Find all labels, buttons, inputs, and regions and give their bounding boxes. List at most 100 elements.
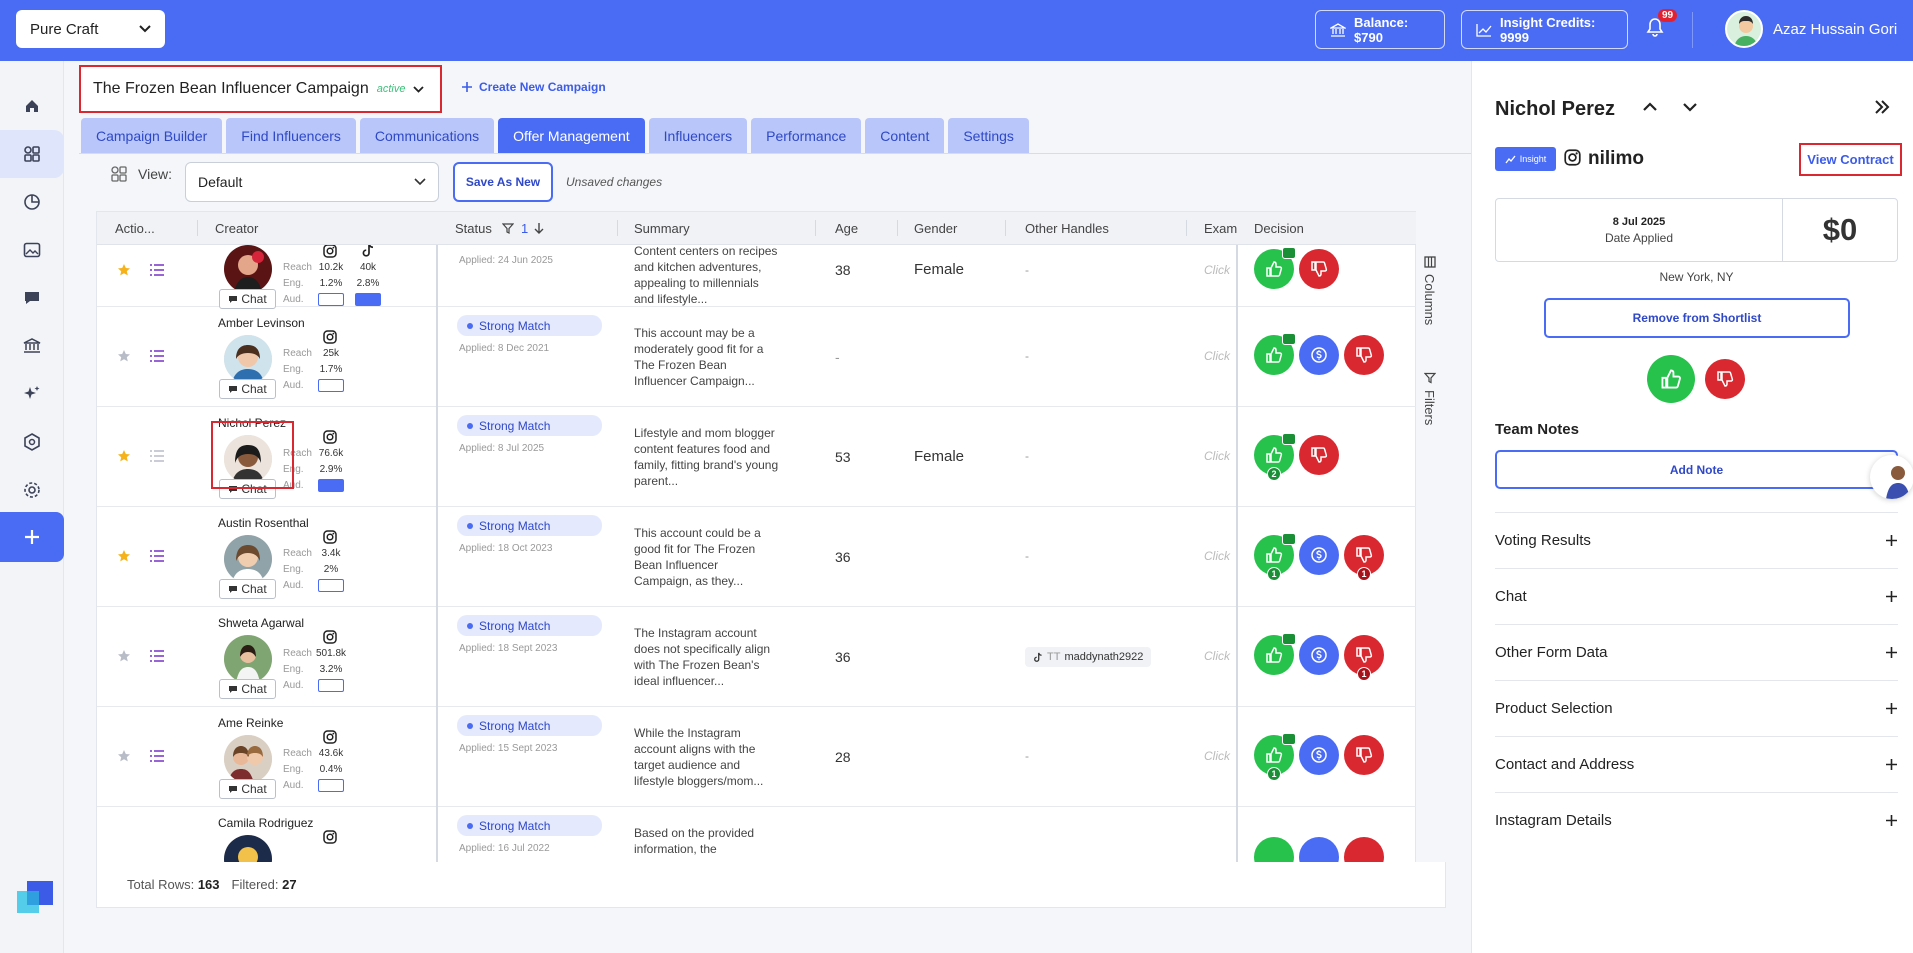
audience-badge[interactable]	[318, 379, 344, 392]
list-icon[interactable]	[149, 449, 165, 463]
contact-address-section[interactable]: Contact and Address	[1495, 736, 1898, 792]
user-name[interactable]: Azaz Hussain Gori	[1773, 21, 1897, 38]
settings-nav[interactable]	[0, 466, 64, 514]
offer-button[interactable]	[1299, 535, 1339, 575]
click-text[interactable]: Click	[1204, 449, 1230, 463]
list-icon[interactable]	[149, 749, 165, 763]
chevron-up-icon[interactable]	[1642, 102, 1658, 112]
creator-avatar[interactable]	[224, 735, 272, 783]
table-row[interactable]: Camila Rodriguez Strong Match Applied: 1…	[97, 807, 1416, 862]
creator-avatar[interactable]	[224, 535, 272, 583]
tab-performance[interactable]: Performance	[751, 118, 862, 154]
header-actions[interactable]: Actio...	[115, 221, 155, 236]
media-nav[interactable]	[0, 226, 64, 274]
tab-influencers[interactable]: Influencers	[648, 118, 748, 154]
user-avatar[interactable]	[1725, 10, 1763, 48]
product-selection-section[interactable]: Product Selection	[1495, 680, 1898, 736]
table-row[interactable]: Shweta Agarwal Chat Reach 501.8k Eng. 3.…	[97, 607, 1416, 707]
offer-button[interactable]	[1299, 837, 1339, 862]
panel-handle[interactable]: nilimo	[1588, 148, 1644, 170]
other-form-data-section[interactable]: Other Form Data	[1495, 624, 1898, 680]
tab-communications[interactable]: Communications	[359, 118, 495, 154]
header-decision[interactable]: Decision	[1254, 221, 1304, 236]
click-text[interactable]: Click	[1204, 649, 1230, 663]
chat-button[interactable]: Chat	[219, 289, 276, 309]
reject-button[interactable]	[1299, 435, 1339, 475]
sort-down-icon[interactable]	[534, 222, 544, 235]
header-age[interactable]: Age	[835, 221, 858, 236]
support-avatar[interactable]	[1870, 455, 1913, 499]
star-icon[interactable]	[117, 449, 131, 463]
tab-find-influencers[interactable]: Find Influencers	[226, 118, 356, 154]
table-row[interactable]: Chat Reach 10.2k 40k Eng. 1.2% 2.8% Aud.…	[97, 245, 1416, 309]
status-pill[interactable]: Strong Match	[457, 415, 602, 436]
approve-button[interactable]	[1254, 837, 1294, 862]
header-exam[interactable]: Exam	[1204, 221, 1237, 236]
create-campaign-link[interactable]: Create New Campaign	[461, 80, 606, 94]
chat-button[interactable]: Chat	[219, 679, 276, 699]
star-icon[interactable]	[117, 649, 131, 663]
table-row[interactable]: Austin Rosenthal Chat Reach 3.4k Eng. 2%…	[97, 507, 1416, 607]
tiktok-handle-pill[interactable]: TT maddynath2922	[1025, 647, 1152, 667]
creator-name[interactable]: Amber Levinson	[218, 316, 305, 330]
list-icon[interactable]	[149, 349, 165, 363]
view-select[interactable]: Default	[185, 162, 439, 202]
campaigns-nav[interactable]	[0, 130, 64, 178]
chevron-down-icon[interactable]	[1682, 102, 1698, 112]
audience-badge[interactable]	[318, 579, 344, 592]
approve-button[interactable]	[1647, 355, 1695, 403]
header-status[interactable]: Status	[455, 221, 492, 236]
instagram-details-section[interactable]: Instagram Details	[1495, 792, 1898, 848]
creator-name[interactable]: Ame Reinke	[218, 716, 283, 730]
click-text[interactable]: Click	[1204, 549, 1230, 563]
creator-name[interactable]: Camila Rodriguez	[218, 816, 313, 830]
save-as-new-button[interactable]: Save As New	[453, 162, 553, 202]
offer-button[interactable]	[1299, 635, 1339, 675]
add-button[interactable]	[0, 512, 64, 562]
creator-avatar[interactable]	[224, 335, 272, 383]
header-summary[interactable]: Summary	[634, 221, 690, 236]
add-note-button[interactable]: Add Note	[1495, 450, 1898, 489]
click-text[interactable]: Click	[1204, 349, 1230, 363]
audience-badge[interactable]	[318, 293, 344, 306]
star-icon[interactable]	[117, 349, 131, 363]
offer-button[interactable]	[1299, 735, 1339, 775]
creator-name[interactable]: Austin Rosenthal	[218, 516, 309, 530]
tab-campaign-builder[interactable]: Campaign Builder	[81, 118, 223, 154]
audience-badge[interactable]	[318, 679, 344, 692]
campaign-select[interactable]: The Frozen Bean Influencer Campaign acti…	[79, 65, 442, 113]
ai-nav[interactable]	[0, 370, 64, 418]
offer-button[interactable]	[1299, 335, 1339, 375]
tab-content[interactable]: Content	[865, 118, 945, 154]
header-other-handles[interactable]: Other Handles	[1025, 221, 1109, 236]
view-contract-link[interactable]: View Contract	[1799, 143, 1902, 176]
creator-name[interactable]: Shweta Agarwal	[218, 616, 304, 630]
status-pill[interactable]: Strong Match	[457, 715, 602, 736]
chat-button[interactable]: Chat	[219, 379, 276, 399]
tab-offer-management[interactable]: Offer Management	[498, 118, 645, 154]
messages-nav[interactable]	[0, 274, 64, 322]
status-pill[interactable]: Strong Match	[457, 615, 602, 636]
audience-badge[interactable]	[318, 779, 344, 792]
home-nav[interactable]	[0, 82, 64, 130]
list-icon[interactable]	[149, 549, 165, 563]
star-icon[interactable]	[117, 749, 131, 763]
insight-credits-button[interactable]: Insight Credits: 9999	[1461, 10, 1628, 49]
click-text[interactable]: Click	[1204, 263, 1230, 277]
table-row[interactable]: Ame Reinke Chat Reach 43.6k Eng. 0.4% Au…	[97, 707, 1416, 807]
status-pill[interactable]: Strong Match	[457, 815, 602, 836]
status-pill[interactable]: Strong Match	[457, 315, 602, 336]
audience-badge[interactable]	[355, 293, 381, 306]
star-icon[interactable]	[117, 263, 131, 277]
audience-badge[interactable]	[318, 479, 344, 492]
chat-button[interactable]: Chat	[219, 779, 276, 799]
collapse-panel-icon[interactable]	[1874, 100, 1890, 114]
list-icon[interactable]	[149, 649, 165, 663]
balance-button[interactable]: Balance: $790	[1315, 10, 1445, 49]
workspace-select[interactable]: Pure Craft	[16, 10, 165, 48]
filters-toggle[interactable]: Filters	[1422, 372, 1437, 425]
click-text[interactable]: Click	[1204, 749, 1230, 763]
list-icon[interactable]	[149, 263, 165, 277]
analytics-nav[interactable]	[0, 178, 64, 226]
header-gender[interactable]: Gender	[914, 221, 957, 236]
